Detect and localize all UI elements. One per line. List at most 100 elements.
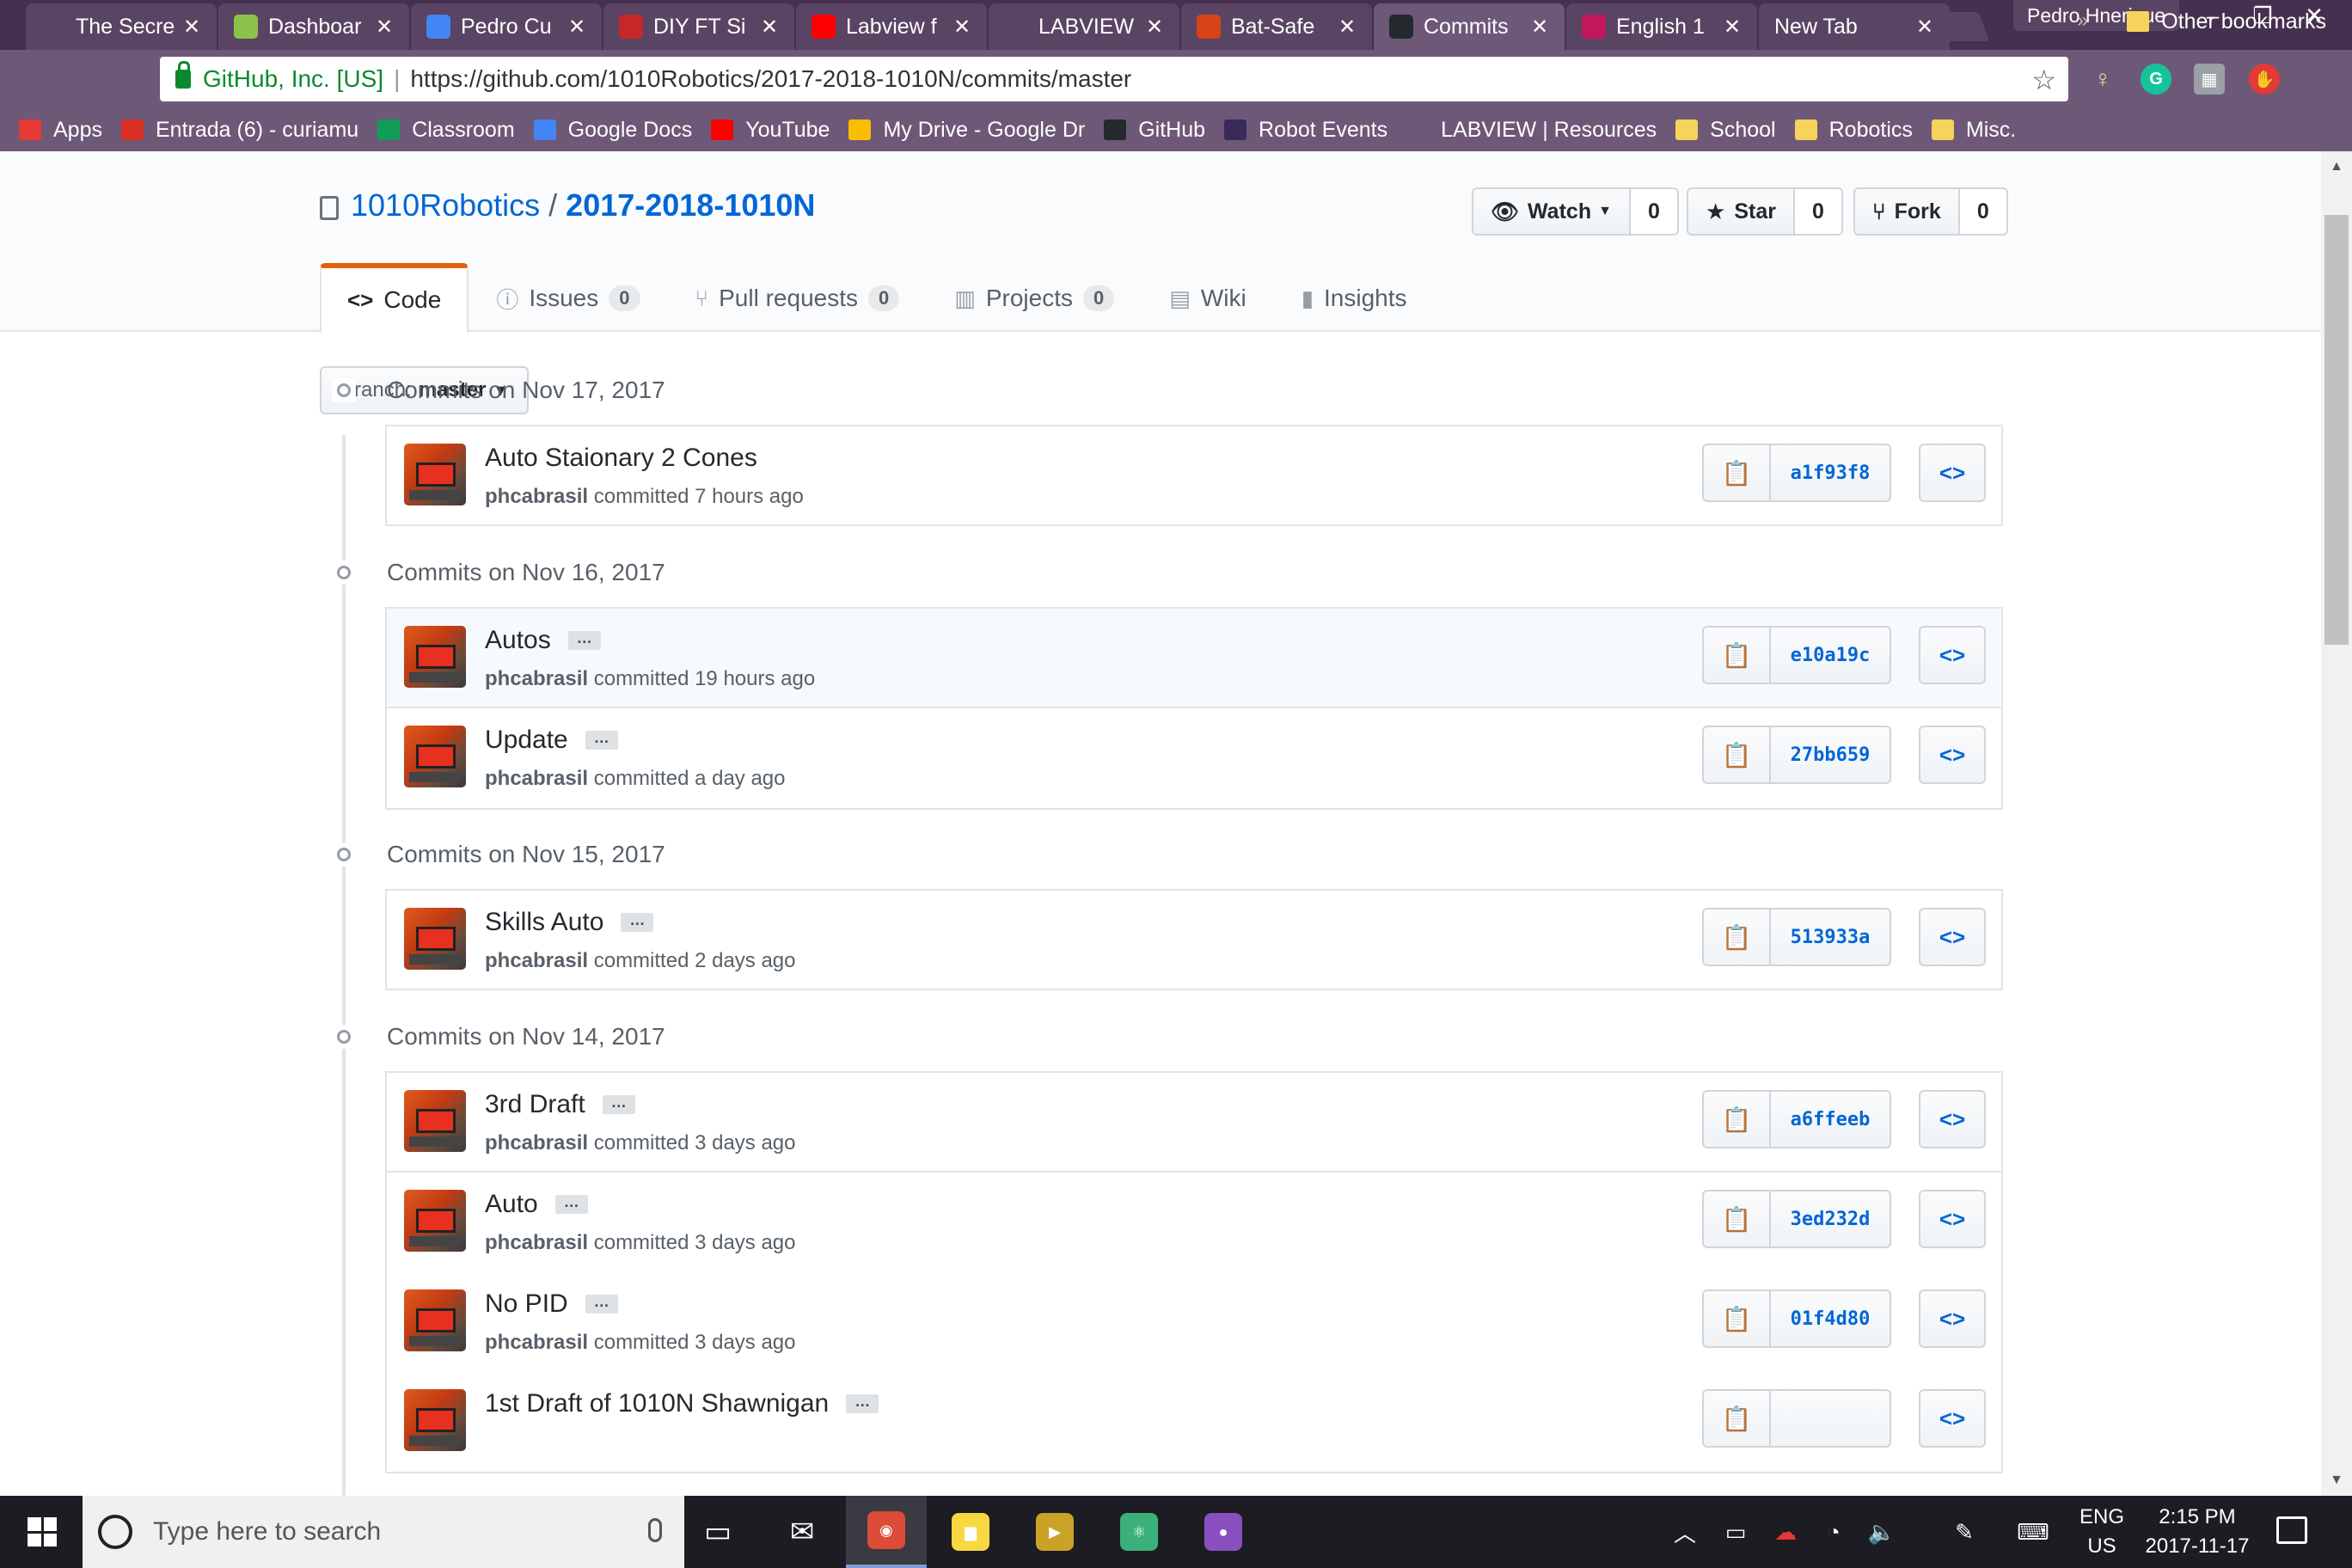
clipboard-copy-icon[interactable]: 📋 [1702, 1289, 1771, 1348]
battery-icon[interactable]: ▭ [1716, 1496, 1755, 1568]
commit-author-link[interactable]: phcabrasil [485, 949, 588, 972]
language-indicator[interactable]: ENG US [2063, 1503, 2141, 1561]
address-bar[interactable]: GitHub, Inc. [US] | https://github.com/1… [160, 57, 2068, 101]
commit-message-link[interactable]: No PID [485, 1289, 568, 1319]
chrome-taskbar-button[interactable]: ◉ [846, 1496, 927, 1568]
expand-description-button[interactable]: … [585, 730, 618, 750]
onedrive-error-icon[interactable]: ☁ [1766, 1496, 1805, 1568]
avatar[interactable] [404, 1389, 466, 1451]
clipboard-copy-icon[interactable]: 📋 [1702, 726, 1771, 784]
browser-tab[interactable]: Commits ✕ [1374, 3, 1565, 50]
browser-tab[interactable]: Pedro Cu ✕ [411, 3, 602, 50]
browse-code-icon[interactable]: <> [1919, 908, 1986, 966]
show-hidden-icons-chevron-icon[interactable]: ︿ [1668, 1496, 1702, 1568]
avatar[interactable] [404, 1190, 466, 1252]
volume-icon[interactable]: 🔈 [1862, 1496, 1902, 1568]
scrollbar-thumb[interactable] [2324, 215, 2349, 645]
atom-taskbar-button[interactable]: ⚛ [1099, 1496, 1179, 1568]
close-tab-icon[interactable]: ✕ [1719, 15, 1745, 40]
watch-button[interactable]: 👁 Watch ▼ [1472, 187, 1631, 236]
bookmarks-overflow-chevron[interactable]: » [2077, 9, 2088, 33]
grammarly-icon[interactable]: G [2141, 64, 2171, 95]
expand-description-button[interactable]: … [846, 1393, 879, 1413]
commit-author-link[interactable]: phcabrasil [485, 767, 588, 790]
browse-code-icon[interactable]: <> [1919, 1190, 1986, 1248]
browser-tab[interactable]: The Secre ✕ [26, 3, 217, 50]
expand-description-button[interactable]: … [554, 1194, 588, 1214]
page-scrollbar[interactable]: ▲ ▼ [2321, 151, 2352, 1496]
commit-message-link[interactable]: 3rd Draft [485, 1090, 585, 1119]
bookmark-google-docs[interactable]: Google Docs [533, 118, 692, 143]
bookmark-my-drive-google-dr[interactable]: My Drive - Google Dr [848, 118, 1085, 143]
expand-description-button[interactable]: … [585, 1294, 618, 1314]
fork-count[interactable]: 0 [1959, 187, 2008, 236]
scroll-down-arrow-icon[interactable]: ▼ [2321, 1465, 2352, 1496]
tab-wiki[interactable]: ▤ Wiki [1142, 263, 1273, 334]
browse-code-icon[interactable]: <> [1919, 444, 1986, 502]
taskbar-search-box[interactable]: Type here to search [83, 1496, 684, 1568]
commit-message-link[interactable]: Auto [485, 1190, 538, 1219]
bookmark-entrada-6-curiamu[interactable]: Entrada (6) - curiamu [120, 118, 358, 143]
adblock-icon[interactable]: ✋ [2249, 64, 2280, 95]
browser-tab[interactable]: Bat-Safe ✕ [1181, 3, 1372, 50]
scroll-up-arrow-icon[interactable]: ▲ [2321, 151, 2352, 182]
bookmark-labview-resources[interactable]: LABVIEW | Resources [1406, 118, 1657, 143]
avatar[interactable] [404, 1289, 466, 1351]
sticky-notes-taskbar-button[interactable]: ▆ [930, 1496, 1011, 1568]
commit-message-link[interactable]: 1st Draft of 1010N Shawnigan [485, 1389, 829, 1418]
task-view-taskbar-button[interactable]: ▭ [677, 1496, 758, 1568]
microphone-icon[interactable] [648, 1518, 662, 1542]
commit-sha-button[interactable]: e10a19c [1771, 626, 1891, 684]
bookmark-robotics[interactable]: Robotics [1794, 118, 1913, 143]
close-tab-icon[interactable]: ✕ [1142, 15, 1167, 40]
commit-author-link[interactable]: phcabrasil [485, 1131, 588, 1155]
clipboard-copy-icon[interactable]: 📋 [1702, 444, 1771, 502]
commit-sha-button[interactable]: a6ffeeb [1771, 1090, 1891, 1148]
wifi-icon[interactable]: ◔ [1814, 1496, 1853, 1568]
star-count[interactable]: 0 [1794, 187, 1843, 236]
clock[interactable]: 2:15 PM 2017-11-17 [2137, 1503, 2257, 1561]
media-taskbar-button[interactable]: ▶ [1014, 1496, 1095, 1568]
other-bookmarks[interactable]: Other bookmarks [2127, 0, 2326, 43]
commit-sha-button[interactable]: 513933a [1771, 908, 1891, 966]
bookmark-misc[interactable]: Misc. [1931, 118, 2016, 143]
avatar[interactable] [404, 908, 466, 970]
browser-tab[interactable]: LABVIEW ✕ [989, 3, 1179, 50]
commit-author-link[interactable]: phcabrasil [485, 485, 588, 508]
watch-count[interactable]: 0 [1630, 187, 1679, 236]
clipboard-copy-icon[interactable]: 📋 [1702, 626, 1771, 684]
bookmark-github[interactable]: GitHub [1104, 118, 1205, 143]
tab-pull-requests[interactable]: ⑂ Pull requests 0 [668, 263, 928, 334]
browse-code-icon[interactable]: <> [1919, 1389, 1986, 1448]
commit-sha-button[interactable]: a1f93f8 [1771, 444, 1891, 502]
browser-tab[interactable]: Dashboar ✕ [218, 3, 409, 50]
expand-description-button[interactable]: … [621, 912, 654, 932]
avatar[interactable] [404, 726, 466, 787]
browse-code-icon[interactable]: <> [1919, 726, 1986, 784]
close-tab-icon[interactable]: ✕ [1527, 15, 1553, 40]
tab-issues[interactable]: ⓘ Issues 0 [469, 263, 667, 334]
fork-button[interactable]: ⑂ Fork [1853, 187, 1960, 236]
browse-code-icon[interactable]: <> [1919, 1289, 1986, 1348]
commit-message-link[interactable]: Skills Auto [485, 908, 603, 937]
star-button[interactable]: ★ Star [1687, 187, 1795, 236]
bookmark-star-icon[interactable]: ☆ [2031, 64, 2056, 96]
close-tab-icon[interactable]: ✕ [564, 15, 590, 40]
commit-message-link[interactable]: Update [485, 726, 568, 755]
expand-description-button[interactable]: … [567, 630, 601, 650]
commit-sha-button[interactable]: 01f4d80 [1771, 1289, 1891, 1348]
commit-author-link[interactable]: phcabrasil [485, 1331, 588, 1354]
commit-sha-button[interactable]: 27bb659 [1771, 726, 1891, 784]
browse-code-icon[interactable]: <> [1919, 626, 1986, 684]
browse-code-icon[interactable]: <> [1919, 1090, 1986, 1148]
clipboard-copy-icon[interactable]: 📋 [1702, 908, 1771, 966]
avatar[interactable] [404, 626, 466, 688]
bookmark-classroom[interactable]: Classroom [377, 118, 515, 143]
close-tab-icon[interactable]: ✕ [949, 15, 975, 40]
github-desktop-taskbar-button[interactable]: ● [1183, 1496, 1264, 1568]
tab-code[interactable]: <> Code [320, 263, 469, 334]
clipboard-copy-icon[interactable]: 📋 [1702, 1389, 1771, 1448]
repo-owner-link[interactable]: 1010Robotics [351, 187, 540, 223]
action-center-icon[interactable] [2276, 1516, 2307, 1544]
tab-projects[interactable]: ▥ Projects 0 [927, 263, 1142, 334]
